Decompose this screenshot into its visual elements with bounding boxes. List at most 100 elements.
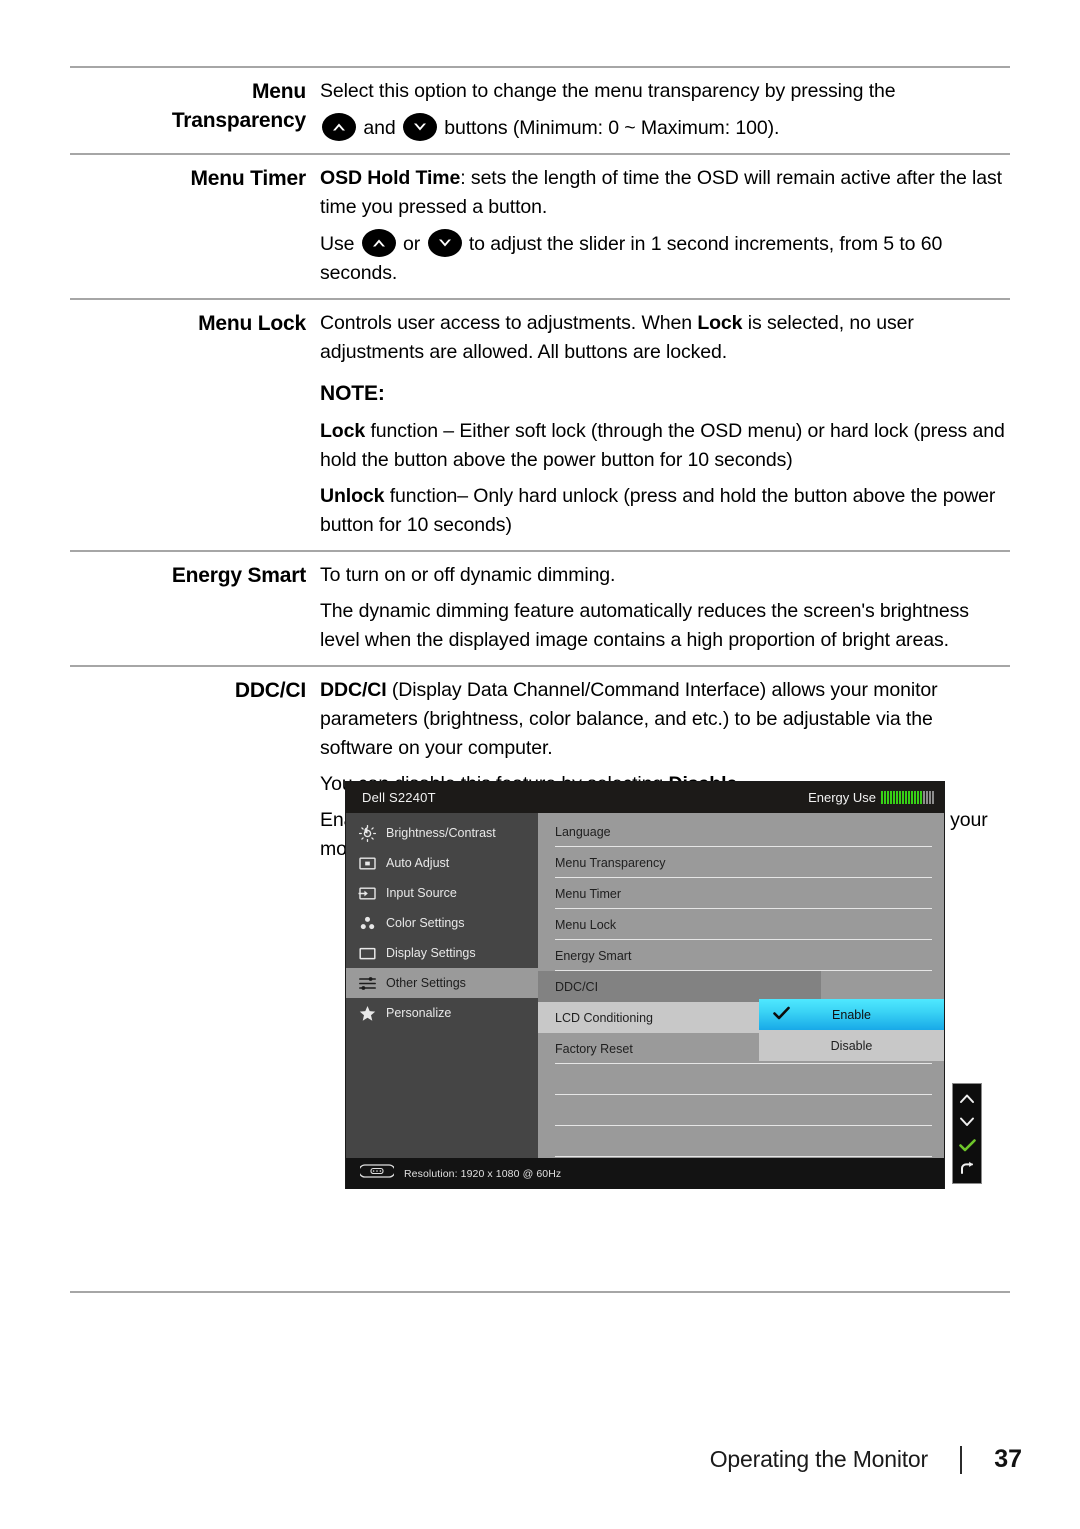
text-bold: DDC/CI <box>320 679 387 701</box>
paragraph: OSD Hold Time: sets the length of time t… <box>320 164 1010 222</box>
osd-monitor-model: Dell S2240T <box>362 790 436 805</box>
text-bold: OSD Hold Time <box>320 167 461 189</box>
osd-menu-list: Language Menu Transparency Menu Timer Menu … <box>538 816 944 1157</box>
osd-sidebar-item-label: Auto Adjust <box>386 856 450 870</box>
row-label-line1: Menu <box>251 80 306 103</box>
input-source-icon <box>358 885 377 902</box>
text-fragment: or <box>403 233 421 255</box>
footer-divider <box>960 1445 962 1474</box>
submenu-item-enable[interactable]: Enable <box>759 999 944 1030</box>
row-label-line2: Transparency <box>171 109 306 132</box>
table-rule-bottom <box>70 1291 1010 1293</box>
osd-body: Brightness/Contrast Auto Adjust Input Sour… <box>346 813 944 1158</box>
check-icon <box>773 1006 790 1023</box>
confirm-check-icon[interactable] <box>958 1136 976 1154</box>
submenu-item-disable[interactable]: Disable <box>759 1030 944 1061</box>
text-fragment: function– Only hard unlock (press and ho… <box>320 485 996 536</box>
osd-menu-item-label: Menu Timer <box>555 886 621 901</box>
up-arrow-button-icon <box>361 229 396 257</box>
down-arrow-button-icon <box>427 229 462 257</box>
osd-energy-use: Energy Use <box>808 790 934 805</box>
osd-sidebar-item-label: Input Source <box>386 886 457 900</box>
osd-sidebar-item-input-source[interactable]: Input Source <box>346 878 538 908</box>
text-bold: Lock <box>697 312 743 334</box>
paragraph: Unlock function– Only hard unlock (press… <box>320 482 1010 540</box>
paragraph: Use or to adjust the slider in 1 second … <box>320 229 1010 288</box>
monitor-hardware-button-column <box>952 1083 982 1184</box>
osd-sidebar-item-color-settings[interactable]: Color Settings <box>346 908 538 938</box>
osd-status-bar: Resolution: 1920 x 1080 @ 60Hz <box>346 1158 944 1189</box>
osd-sidebar-item-label: Personalize <box>386 1006 452 1020</box>
osd-sidebar-item-label: Other Settings <box>386 976 466 990</box>
osd-menu-item-menu-lock[interactable]: Menu Lock <box>538 909 944 940</box>
osd-sidebar-item-label: Brightness/Contrast <box>386 826 496 840</box>
osd-sidebar-item-auto-adjust[interactable]: Auto Adjust <box>346 848 538 878</box>
text-bold: Lock <box>320 420 366 442</box>
osd-menu-item-language[interactable]: Language <box>538 816 944 847</box>
osd-sidebar-item-brightness-contrast[interactable]: Brightness/Contrast <box>346 818 538 848</box>
row-label-menu-timer: Menu Timer <box>190 167 307 190</box>
up-arrow-button-icon <box>322 113 356 141</box>
table-row: Energy Smart To turn on or off dynamic d… <box>70 552 1010 665</box>
display-settings-icon <box>358 945 377 962</box>
paragraph: and buttons (Minimum: 0 ~ Maximum: 100). <box>320 113 1010 143</box>
paragraph: Select this option to change the menu tr… <box>320 77 1010 106</box>
osd-menu-item-label: Menu Lock <box>555 917 617 932</box>
paragraph: The dynamic dimming feature automaticall… <box>320 600 969 651</box>
osd-sidebar-item-personalize[interactable]: Personalize <box>346 998 538 1028</box>
paragraph: To turn on or off dynamic dimming. <box>320 564 616 586</box>
other-settings-icon <box>358 975 377 992</box>
footer-page-number: 37 <box>994 1445 1022 1473</box>
osd-menu-item-label: Language <box>555 824 611 839</box>
osd-menu-empty-row <box>538 1064 944 1095</box>
color-settings-icon <box>358 915 377 932</box>
table-row: Menu Transparency Select this option to … <box>70 68 1010 153</box>
row-body-menu-timer: OSD Hold Time: sets the length of time t… <box>320 164 1010 288</box>
osd-menu-item-label: Energy Smart <box>555 948 632 963</box>
osd-submenu-ddcci: Enable Disable <box>759 999 944 1061</box>
osd-sidebar-item-label: Display Settings <box>386 946 476 960</box>
page-footer: Operating the Monitor 37 <box>0 1445 1080 1474</box>
vga-connector-icon <box>358 1164 396 1183</box>
text-bold: Unlock <box>320 485 385 507</box>
down-arrow-button-icon <box>402 113 437 141</box>
energy-use-meter-icon <box>881 791 934 804</box>
osd-screenshot: Dell S2240T Energy Use Brightness/Contra… <box>345 781 945 1189</box>
paragraph: Lock function – Either soft lock (throug… <box>320 417 1010 475</box>
osd-menu-item-energy-smart[interactable]: Energy Smart <box>538 940 944 971</box>
auto-adjust-icon <box>358 855 377 872</box>
row-label-menu-transparency: Menu Transparency <box>70 77 320 135</box>
osd-menu-empty-row <box>538 1095 944 1126</box>
osd-menu-item-label: Factory Reset <box>555 1041 633 1056</box>
osd-menu-item-label: Menu Transparency <box>555 855 666 870</box>
paragraph: Controls user access to adjustments. Whe… <box>320 309 1010 367</box>
up-chevron-icon[interactable] <box>958 1090 976 1108</box>
text-fragment: Controls user access to adjustments. Whe… <box>320 312 698 334</box>
row-body-energy-smart: To turn on or off dynamic dimming. The d… <box>320 561 1010 655</box>
osd-sidebar-item-display-settings[interactable]: Display Settings <box>346 938 538 968</box>
row-body-menu-transparency: Select this option to change the menu tr… <box>320 77 1010 143</box>
osd-menu-item-label: DDC/CI <box>555 979 599 994</box>
paragraph: DDC/CI (Display Data Channel/Command Int… <box>320 676 1010 763</box>
back-arrow-icon[interactable] <box>958 1159 976 1177</box>
text-fragment: Select this option to change the menu tr… <box>320 80 896 102</box>
osd-menu-item-ddc-ci[interactable]: DDC/CI <box>538 971 821 1002</box>
osd-menu-item-menu-transparency[interactable]: Menu Transparency <box>538 847 944 878</box>
submenu-label: Enable <box>832 1007 871 1022</box>
row-label-menu-lock: Menu Lock <box>198 312 306 335</box>
row-body-menu-lock: Controls user access to adjustments. Whe… <box>320 309 1010 540</box>
osd-title-bar: Dell S2240T Energy Use <box>346 782 944 813</box>
osd-menu-panel: Language Menu Transparency Menu Timer Menu … <box>538 813 944 1158</box>
brightness-icon <box>358 824 377 842</box>
down-chevron-icon[interactable] <box>958 1113 976 1131</box>
osd-menu-item-menu-timer[interactable]: Menu Timer <box>538 878 944 909</box>
text-fragment: (Display Data Channel/Command Interface)… <box>320 679 938 759</box>
text-fragment: and <box>363 117 396 139</box>
text-fragment: Use <box>320 233 355 255</box>
table-row: Menu Timer OSD Hold Time: sets the lengt… <box>70 155 1010 298</box>
note-heading: NOTE: <box>320 382 385 405</box>
personalize-star-icon <box>358 1005 377 1022</box>
osd-sidebar-item-other-settings[interactable]: Other Settings <box>346 968 538 998</box>
text-fragment: buttons (Minimum: 0 ~ Maximum: 100). <box>444 117 780 139</box>
osd-menu-empty-row <box>538 1126 944 1157</box>
